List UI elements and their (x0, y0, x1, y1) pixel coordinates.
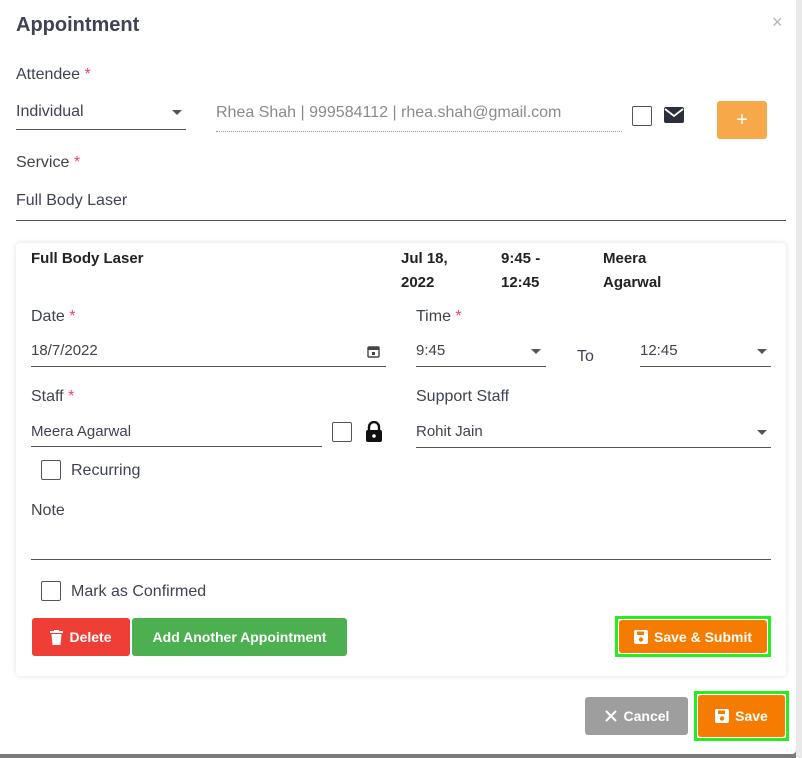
support-staff-select[interactable]: Rohit Jain (416, 423, 483, 440)
time-to-label: To (577, 348, 594, 365)
attendee-contact-input[interactable]: Rhea Shah | 999584112 | rhea.shah@gmail.… (216, 104, 561, 122)
time-start-select[interactable]: 9:45 (416, 342, 445, 359)
save-button[interactable]: Save (698, 695, 785, 737)
service-label-text: Service (16, 154, 70, 171)
time-end-select[interactable]: 12:45 (640, 342, 678, 359)
recurring-checkbox[interactable] (41, 460, 61, 480)
close-icon (604, 710, 617, 722)
staff-lock-checkbox[interactable] (332, 422, 352, 442)
service-underline (16, 220, 786, 221)
chevron-down-icon[interactable] (757, 349, 767, 354)
staff-label: Staff * (31, 388, 74, 406)
save-button-label: Save (735, 708, 768, 724)
summary-time-line2: 12:45 (501, 274, 540, 291)
trash-icon (50, 629, 64, 645)
cancel-button[interactable]: Cancel (585, 697, 688, 735)
staff-underline (31, 446, 322, 447)
appointment-modal: Appointment × Attendee * Individual Rhea… (0, 0, 796, 754)
time-label-text: Time (416, 308, 451, 325)
chevron-down-icon[interactable] (531, 349, 541, 354)
summary-date-line1: Jul 18, (401, 250, 448, 267)
attendee-type-select[interactable]: Individual (16, 103, 84, 121)
date-underline (31, 366, 386, 367)
attendee-type-underline (16, 129, 186, 130)
date-label-text: Date (31, 308, 65, 325)
close-icon[interactable]: × (772, 12, 783, 33)
attendee-contact-underline (216, 131, 622, 132)
confirmed-checkbox[interactable] (41, 581, 61, 601)
add-attendee-button[interactable]: + (717, 101, 767, 139)
envelope-icon[interactable] (664, 107, 684, 128)
summary-staff-line1: Meera (603, 250, 647, 267)
staff-label-text: Staff (31, 388, 64, 405)
summary-date-line2: 2022 (401, 274, 435, 291)
service-label: Service * (16, 154, 80, 172)
modal-title: Appointment (16, 14, 140, 36)
support-staff-label: Support Staff (416, 388, 510, 405)
time-label: Time * (416, 308, 462, 326)
time-end-underline (640, 366, 771, 367)
required-marker: * (69, 308, 76, 325)
time-start-underline (416, 366, 546, 367)
delete-button-label: Delete (69, 629, 112, 645)
background-strip (796, 0, 802, 758)
save-icon (715, 709, 730, 723)
chevron-down-icon[interactable] (172, 110, 182, 115)
required-marker: * (73, 154, 81, 171)
appointment-card (16, 243, 786, 676)
attendee-checkbox[interactable] (632, 106, 652, 126)
attendee-label-text: Attendee (16, 66, 81, 83)
add-another-label: Add Another Appointment (152, 629, 327, 645)
summary-time-line1: 9:45 - (501, 250, 541, 267)
save-submit-label: Save & Submit (653, 628, 753, 645)
required-marker: * (455, 308, 462, 325)
lock-icon (365, 420, 383, 447)
save-icon (633, 629, 648, 644)
date-input[interactable]: 18/7/2022 (31, 342, 98, 359)
support-staff-underline (416, 447, 771, 448)
summary-staff-line2: Agarwal (603, 274, 662, 291)
save-submit-button[interactable]: Save & Submit (619, 620, 767, 653)
add-another-appointment-button[interactable]: Add Another Appointment (132, 618, 347, 656)
required-marker: * (68, 388, 75, 405)
summary-service: Full Body Laser (31, 250, 144, 267)
chevron-down-icon[interactable] (757, 430, 767, 435)
note-underline (31, 559, 771, 560)
calendar-icon[interactable] (367, 345, 380, 363)
recurring-label: Recurring (71, 462, 141, 479)
service-input[interactable]: Full Body Laser (16, 192, 127, 210)
date-label: Date * (31, 308, 75, 326)
attendee-label: Attendee * (16, 66, 91, 84)
required-marker: * (84, 66, 91, 83)
staff-input[interactable]: Meera Agarwal (31, 423, 131, 440)
delete-button[interactable]: Delete (32, 618, 130, 656)
cancel-button-label: Cancel (623, 708, 670, 724)
note-label: Note (31, 502, 65, 519)
confirmed-label: Mark as Confirmed (71, 583, 207, 600)
